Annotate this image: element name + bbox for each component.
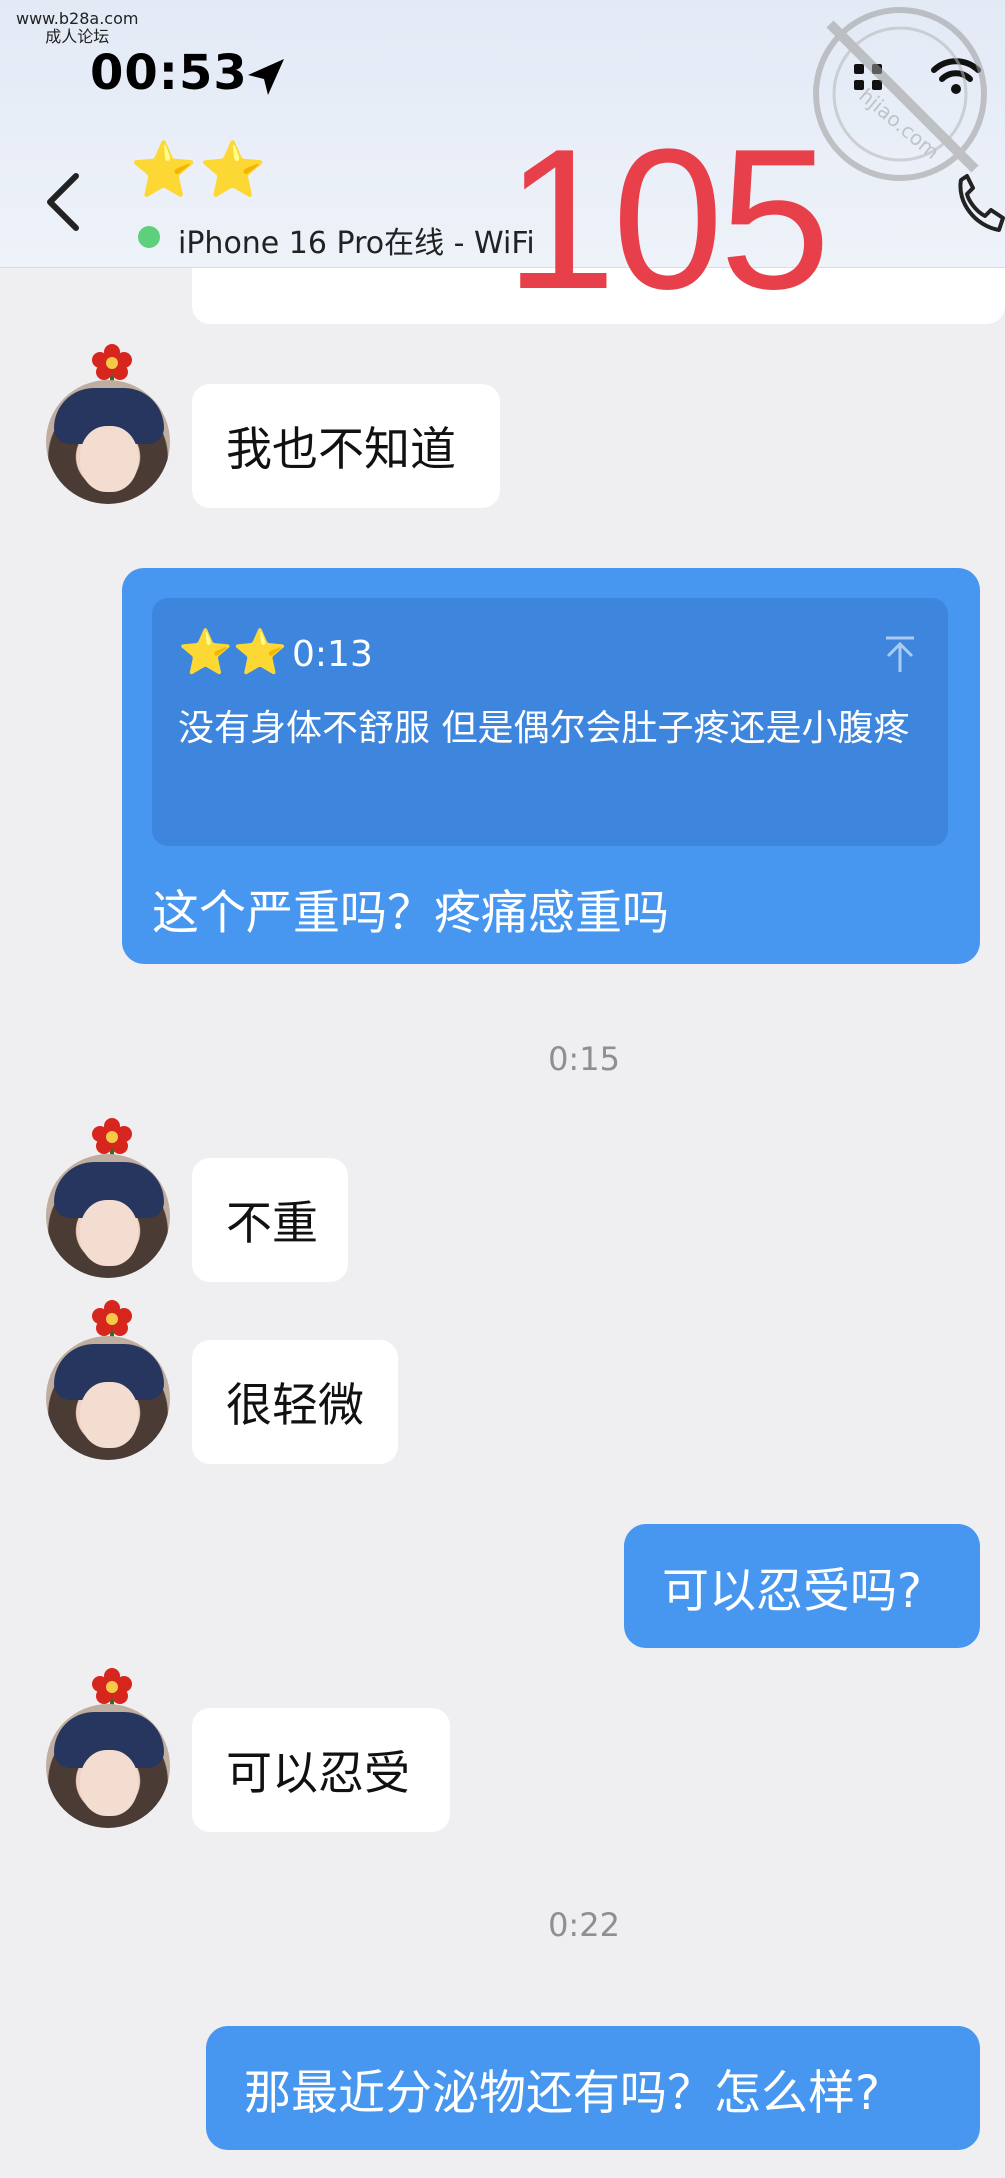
quoted-message[interactable]: ⭐⭐ 0:13 没有身体不舒服 但是偶尔会肚子疼还是小腹疼	[152, 598, 948, 846]
chat-header: www.b28a.com 成人论坛 00:53 hjiao.com ⭐⭐ iPh…	[0, 0, 1005, 268]
avatar[interactable]	[46, 380, 170, 504]
wifi-icon	[931, 58, 981, 94]
message-text: 我也不知道	[226, 422, 456, 476]
timestamp: 0:22	[548, 1906, 620, 1944]
message-text: 这个严重吗？疼痛感重吗	[152, 886, 669, 941]
message-bubble-incoming[interactable]: 可以忍受	[192, 1708, 450, 1832]
avatar[interactable]	[46, 1704, 170, 1828]
quoted-time: 0:13	[292, 634, 373, 675]
cellular-signal-icon	[854, 64, 882, 90]
quoted-sender-name: ⭐⭐	[178, 627, 288, 678]
status-bar-time: 00:53	[90, 45, 248, 101]
message-text: 那最近分泌物还有吗？怎么样?	[244, 2065, 880, 2121]
avatar[interactable]	[46, 1336, 170, 1460]
overlay-number: 105	[505, 108, 831, 331]
message-text: 可以忍受吗?	[662, 1563, 922, 1619]
chat-thread[interactable]: 我也不知道 ⭐⭐ 0:13 没有身体不舒服 但是偶尔会肚子疼还是小腹疼 这个严重…	[0, 0, 1005, 2178]
message-text: 很轻微	[226, 1378, 364, 1432]
message-bubble-outgoing[interactable]: 那最近分泌物还有吗？怎么样?	[206, 2026, 980, 2150]
location-arrow-icon	[248, 59, 284, 95]
message-text: 可以忍受	[226, 1746, 410, 1800]
quoted-text: 没有身体不舒服 但是偶尔会肚子疼还是小腹疼	[178, 708, 910, 749]
watermark-text: www.b28a.com 成人论坛	[16, 9, 139, 46]
message-bubble-outgoing[interactable]: ⭐⭐ 0:13 没有身体不舒服 但是偶尔会肚子疼还是小腹疼 这个严重吗？疼痛感重…	[122, 568, 980, 964]
message-bubble-incoming[interactable]: 我也不知道	[192, 384, 500, 508]
online-status-dot	[138, 226, 160, 248]
timestamp: 0:15	[548, 1040, 620, 1078]
message-bubble-incoming[interactable]: 不重	[192, 1158, 348, 1282]
scroll-to-quote-icon[interactable]	[882, 634, 918, 674]
online-status-text[interactable]: iPhone 16 Pro在线 - WiFi	[178, 218, 535, 262]
message-bubble-incoming[interactable]: 很轻微	[192, 1340, 398, 1464]
contact-name[interactable]: ⭐⭐	[130, 140, 268, 200]
message-text: 不重	[226, 1196, 318, 1250]
phone-call-icon[interactable]	[955, 172, 1005, 234]
back-chevron-icon[interactable]	[42, 170, 86, 234]
avatar[interactable]	[46, 1154, 170, 1278]
message-bubble-outgoing[interactable]: 可以忍受吗?	[624, 1524, 980, 1648]
